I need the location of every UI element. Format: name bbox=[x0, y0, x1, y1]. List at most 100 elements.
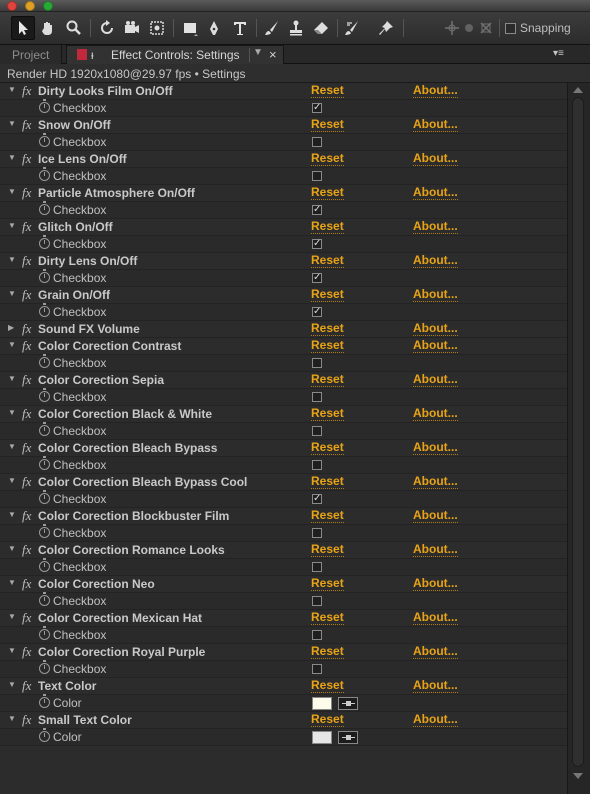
reset-link[interactable]: Reset bbox=[311, 254, 344, 268]
fx-toggle-icon[interactable]: fx bbox=[22, 712, 31, 728]
reset-link[interactable]: Reset bbox=[311, 322, 344, 336]
eyedropper-icon[interactable] bbox=[338, 697, 358, 710]
snapping-checkbox[interactable] bbox=[505, 23, 516, 34]
fx-toggle-icon[interactable]: fx bbox=[22, 542, 31, 558]
effect-row[interactable]: ▼ fx Dirty Lens On/Off Reset About... bbox=[0, 253, 567, 270]
effect-row[interactable]: ▼ fx Color Corection Neo Reset About... bbox=[0, 576, 567, 593]
fx-toggle-icon[interactable]: fx bbox=[22, 83, 31, 99]
color-swatch[interactable] bbox=[312, 697, 332, 710]
clone-stamp-tool-icon[interactable] bbox=[284, 16, 308, 40]
reset-link[interactable]: Reset bbox=[311, 509, 344, 523]
minimize-window-button[interactable] bbox=[25, 1, 35, 11]
tab-effect-controls[interactable]: ᵼ Effect Controls: Settings ▼ × bbox=[66, 45, 284, 64]
stopwatch-icon[interactable] bbox=[39, 303, 50, 317]
property-checkbox[interactable]: ✓ bbox=[312, 205, 322, 215]
property-checkbox[interactable] bbox=[312, 528, 322, 538]
stopwatch-icon[interactable] bbox=[39, 456, 50, 470]
hand-tool-icon[interactable] bbox=[36, 16, 60, 40]
reset-link[interactable]: Reset bbox=[311, 577, 344, 591]
scroll-down-icon[interactable] bbox=[573, 773, 583, 779]
fx-toggle-icon[interactable]: fx bbox=[22, 372, 31, 388]
eraser-tool-icon[interactable] bbox=[309, 16, 333, 40]
stopwatch-icon[interactable] bbox=[39, 694, 50, 708]
axis-mode-view-icon[interactable] bbox=[474, 16, 498, 40]
about-link[interactable]: About... bbox=[413, 220, 458, 234]
rectangle-tool-icon[interactable] bbox=[178, 16, 202, 40]
fx-toggle-icon[interactable]: fx bbox=[22, 508, 31, 524]
effect-row[interactable]: ▼ fx Small Text Color Reset About... bbox=[0, 712, 567, 729]
property-checkbox[interactable] bbox=[312, 392, 322, 402]
lock-icon[interactable]: ᵼ bbox=[91, 48, 94, 62]
property-checkbox[interactable]: ✓ bbox=[312, 494, 322, 504]
disclosure-expanded-icon[interactable]: ▼ bbox=[8, 510, 16, 519]
property-checkbox[interactable] bbox=[312, 664, 322, 674]
stopwatch-icon[interactable] bbox=[39, 626, 50, 640]
fx-toggle-icon[interactable]: fx bbox=[22, 678, 31, 694]
about-link[interactable]: About... bbox=[413, 186, 458, 200]
property-checkbox[interactable] bbox=[312, 171, 322, 181]
reset-link[interactable]: Reset bbox=[311, 84, 344, 98]
stopwatch-icon[interactable] bbox=[39, 728, 50, 742]
disclosure-expanded-icon[interactable]: ▼ bbox=[8, 680, 16, 689]
about-link[interactable]: About... bbox=[413, 645, 458, 659]
stopwatch-icon[interactable] bbox=[39, 660, 50, 674]
effect-row[interactable]: ▼ fx Snow On/Off Reset About... bbox=[0, 117, 567, 134]
zoom-tool-icon[interactable] bbox=[62, 16, 86, 40]
disclosure-expanded-icon[interactable]: ▼ bbox=[8, 408, 16, 417]
about-link[interactable]: About... bbox=[413, 254, 458, 268]
about-link[interactable]: About... bbox=[413, 373, 458, 387]
selection-tool-icon[interactable] bbox=[11, 16, 35, 40]
reset-link[interactable]: Reset bbox=[311, 186, 344, 200]
property-checkbox[interactable] bbox=[312, 137, 322, 147]
stopwatch-icon[interactable] bbox=[39, 167, 50, 181]
about-link[interactable]: About... bbox=[413, 322, 458, 336]
reset-link[interactable]: Reset bbox=[311, 407, 344, 421]
effect-row[interactable]: ▼ fx Ice Lens On/Off Reset About... bbox=[0, 151, 567, 168]
about-link[interactable]: About... bbox=[413, 152, 458, 166]
stopwatch-icon[interactable] bbox=[39, 490, 50, 504]
effect-row[interactable]: ▼ fx Color Corection Sepia Reset About... bbox=[0, 372, 567, 389]
stopwatch-icon[interactable] bbox=[39, 354, 50, 368]
fx-toggle-icon[interactable]: fx bbox=[22, 185, 31, 201]
effect-row[interactable]: ▼ fx Color Corection Mexican Hat Reset About… bbox=[0, 610, 567, 627]
reset-link[interactable]: Reset bbox=[311, 441, 344, 455]
disclosure-expanded-icon[interactable]: ▼ bbox=[8, 153, 16, 162]
fx-toggle-icon[interactable]: fx bbox=[22, 321, 31, 337]
fx-toggle-icon[interactable]: fx bbox=[22, 287, 31, 303]
property-checkbox[interactable] bbox=[312, 630, 322, 640]
reset-link[interactable]: Reset bbox=[311, 645, 344, 659]
reset-link[interactable]: Reset bbox=[311, 220, 344, 234]
about-link[interactable]: About... bbox=[413, 679, 458, 693]
fx-toggle-icon[interactable]: fx bbox=[22, 151, 31, 167]
brush-tool-icon[interactable] bbox=[260, 16, 284, 40]
about-link[interactable]: About... bbox=[413, 288, 458, 302]
effect-row[interactable]: ▼ fx Color Corection Black & White Reset Abo… bbox=[0, 406, 567, 423]
roto-brush-tool-icon[interactable] bbox=[341, 16, 365, 40]
disclosure-expanded-icon[interactable]: ▼ bbox=[8, 374, 16, 383]
vertical-scrollbar[interactable] bbox=[567, 83, 590, 794]
stopwatch-icon[interactable] bbox=[39, 388, 50, 402]
about-link[interactable]: About... bbox=[413, 118, 458, 132]
panel-menu-icon[interactable]: ▾≡ bbox=[553, 48, 564, 59]
reset-link[interactable]: Reset bbox=[311, 713, 344, 727]
puppet-pin-tool-icon[interactable] bbox=[374, 16, 398, 40]
fx-toggle-icon[interactable]: fx bbox=[22, 610, 31, 626]
tab-project[interactable]: Project bbox=[0, 45, 62, 64]
fx-toggle-icon[interactable]: fx bbox=[22, 219, 31, 235]
zoom-window-button[interactable] bbox=[43, 1, 53, 11]
about-link[interactable]: About... bbox=[413, 509, 458, 523]
fx-toggle-icon[interactable]: fx bbox=[22, 440, 31, 456]
reset-link[interactable]: Reset bbox=[311, 339, 344, 353]
effect-row[interactable]: ▼ fx Glitch On/Off Reset About... bbox=[0, 219, 567, 236]
type-tool-icon[interactable] bbox=[228, 16, 252, 40]
reset-link[interactable]: Reset bbox=[311, 373, 344, 387]
effect-row[interactable]: ▶ fx Sound FX Volume Reset About... bbox=[0, 321, 567, 338]
disclosure-expanded-icon[interactable]: ▼ bbox=[8, 442, 16, 451]
about-link[interactable]: About... bbox=[413, 475, 458, 489]
property-checkbox[interactable] bbox=[312, 562, 322, 572]
effect-row[interactable]: ▼ fx Color Corection Blockbuster Film Reset… bbox=[0, 508, 567, 525]
fx-toggle-icon[interactable]: fx bbox=[22, 253, 31, 269]
reset-link[interactable]: Reset bbox=[311, 288, 344, 302]
reset-link[interactable]: Reset bbox=[311, 679, 344, 693]
property-checkbox[interactable]: ✓ bbox=[312, 273, 322, 283]
